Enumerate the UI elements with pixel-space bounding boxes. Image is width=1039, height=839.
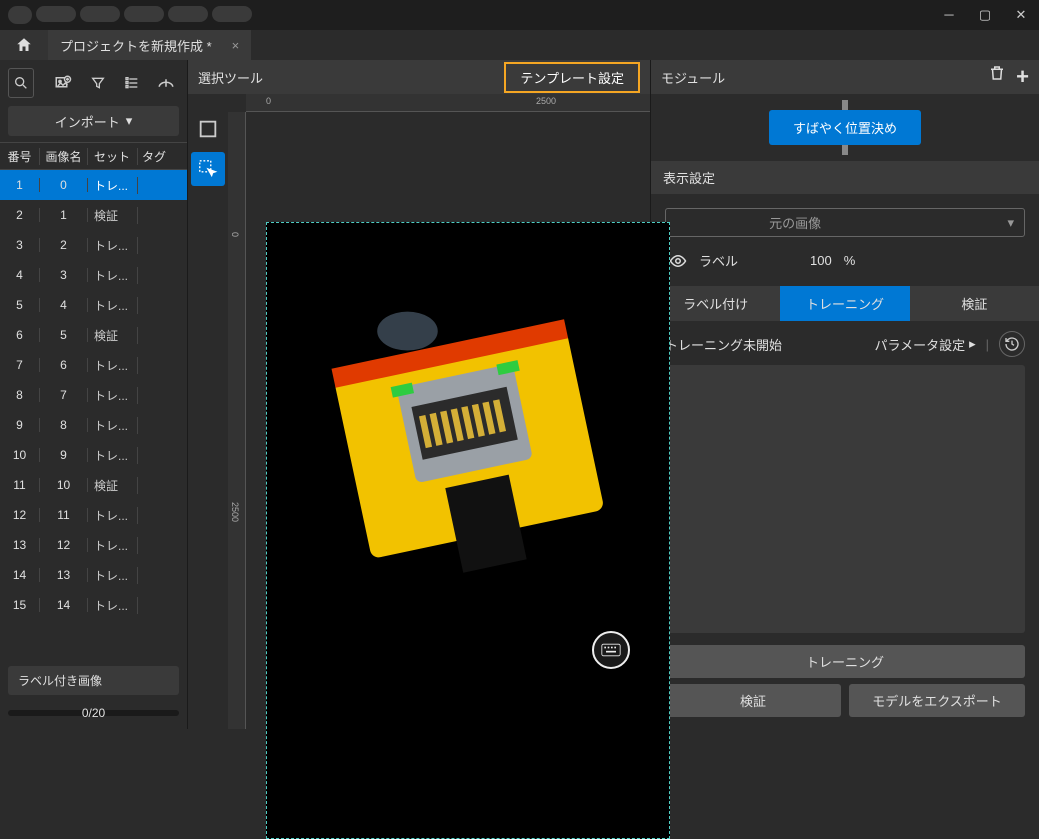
table-row[interactable]: 32トレ... [0, 230, 187, 260]
tab-training[interactable]: トレーニング [780, 286, 909, 321]
chevron-right-icon: ▸ [969, 336, 976, 352]
eye-icon[interactable] [669, 252, 687, 270]
header-tag[interactable]: タグ [138, 148, 178, 165]
table-row[interactable]: 98トレ... [0, 410, 187, 440]
import-label: インポート [55, 112, 120, 131]
dropdown-value: 元の画像 [769, 213, 821, 232]
header-num[interactable]: 番号 [0, 148, 40, 165]
add-icon[interactable]: + [1016, 64, 1029, 90]
tab-validation[interactable]: 検証 [910, 286, 1039, 321]
ruler-vertical: 0 2500 [228, 112, 246, 729]
menu-pill[interactable] [212, 6, 252, 22]
tab-bar: プロジェクトを新規作成 * × [0, 30, 1039, 60]
project-tab[interactable]: プロジェクトを新規作成 * × [48, 30, 251, 60]
table-row[interactable]: 87トレ... [0, 380, 187, 410]
import-button[interactable]: インポート ▾ [8, 106, 179, 136]
template-settings-button[interactable]: テンプレート設定 [504, 62, 640, 93]
close-icon[interactable]: ✕ [1011, 7, 1031, 23]
list-icon[interactable] [119, 68, 145, 98]
table-row[interactable]: 1514トレ... [0, 590, 187, 620]
verify-button[interactable]: 検証 [665, 684, 841, 717]
image-add-icon[interactable] [50, 68, 76, 98]
menu-pill[interactable] [124, 6, 164, 22]
home-button[interactable] [0, 30, 48, 60]
table-row[interactable]: 76トレ... [0, 350, 187, 380]
export-model-button[interactable]: モデルをエクスポート [849, 684, 1025, 717]
table-row[interactable]: 65検証 [0, 320, 187, 350]
percent-symbol: % [844, 253, 856, 268]
progress-bar: 0/20 [8, 703, 179, 723]
module-panel: モジュール + すばやく位置決め 表示設定 元の画像 ▾ ラベル 100 [651, 60, 1039, 729]
table-row[interactable]: 1211トレ... [0, 500, 187, 530]
history-icon[interactable] [999, 331, 1025, 357]
ruler-horizontal: 0 2500 [246, 94, 650, 112]
label-text: ラベル [699, 251, 738, 270]
select-tool-label: 選択ツール [198, 68, 263, 87]
title-bar: ─ ▢ ✕ [0, 0, 1039, 30]
tab-labeling[interactable]: ラベル付け [651, 286, 780, 321]
training-graph [665, 365, 1025, 633]
table-row[interactable]: 21検証 [0, 200, 187, 230]
layout-icon[interactable] [153, 68, 179, 98]
chevron-down-icon: ▾ [1007, 215, 1014, 231]
tool-select[interactable] [191, 152, 225, 186]
chevron-down-icon: ▾ [126, 113, 133, 129]
table-row[interactable]: 1413トレ... [0, 560, 187, 590]
labeled-images-button[interactable]: ラベル付き画像 [8, 666, 179, 695]
canvas-panel: 選択ツール テンプレート設定 0 2500 0 2500 [188, 60, 651, 729]
minimize-icon[interactable]: ─ [939, 7, 959, 23]
menu-pill[interactable] [36, 6, 76, 22]
param-settings-button[interactable]: パラメータ設定 ▸ [874, 335, 975, 354]
table-header: 番号 画像名 セット タグ [0, 142, 187, 170]
maximize-icon[interactable]: ▢ [975, 7, 995, 23]
search-button[interactable] [8, 68, 34, 98]
display-settings-header: 表示設定 [651, 161, 1039, 194]
tab-close-icon[interactable]: × [232, 38, 240, 53]
image-source-dropdown[interactable]: 元の画像 ▾ [665, 208, 1025, 237]
table-row[interactable]: 1312トレ... [0, 530, 187, 560]
tab-title: プロジェクトを新規作成 * [60, 36, 212, 55]
filter-icon[interactable] [85, 68, 111, 98]
opacity-value: 100 [810, 253, 832, 268]
menu-pill[interactable] [168, 6, 208, 22]
menu-pill[interactable] [8, 6, 32, 24]
training-button[interactable]: トレーニング [665, 645, 1025, 678]
table-row[interactable]: 1110検証 [0, 470, 187, 500]
table-row[interactable]: 54トレ... [0, 290, 187, 320]
table-row[interactable]: 10トレ... [0, 170, 187, 200]
delete-icon[interactable] [988, 64, 1006, 90]
canvas-stage[interactable] [246, 112, 650, 729]
image-list-panel: インポート ▾ 番号 画像名 セット タグ 10トレ...21検証32トレ...… [0, 60, 188, 729]
menu-pill[interactable] [80, 6, 120, 22]
menu-pills [8, 6, 252, 24]
keyboard-button[interactable] [592, 631, 630, 669]
quick-position-button[interactable]: すばやく位置決め [769, 110, 921, 145]
image-preview[interactable] [266, 222, 670, 839]
table-row[interactable]: 43トレ... [0, 260, 187, 290]
header-name[interactable]: 画像名 [40, 148, 88, 165]
tool-rectangle[interactable] [191, 112, 225, 146]
training-status: トレーニング未開始 [665, 335, 782, 354]
header-set[interactable]: セット [88, 148, 138, 165]
table-row[interactable]: 109トレ... [0, 440, 187, 470]
progress-text: 0/20 [82, 706, 105, 720]
module-label: モジュール [661, 68, 725, 87]
